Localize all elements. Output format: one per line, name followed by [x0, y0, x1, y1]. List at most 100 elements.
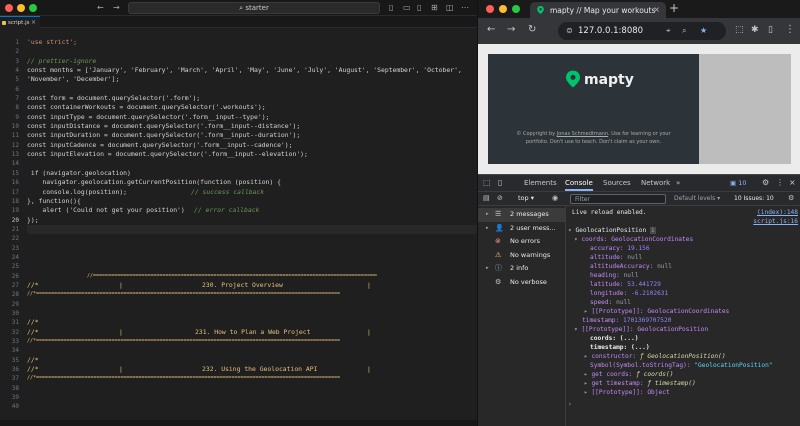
sidebar-item-info[interactable]: ▸ ⓘ 2 info: [478, 262, 566, 276]
line-number[interactable]: 15: [0, 169, 22, 178]
map-area[interactable]: [699, 54, 791, 164]
close-tab-icon[interactable]: ×: [653, 5, 660, 14]
line-number[interactable]: 17: [0, 188, 22, 197]
line-number[interactable]: 24: [0, 253, 22, 262]
browser-tab-mapty[interactable]: mapty // Map your workouts ×: [530, 2, 666, 18]
more-tabs-icon[interactable]: »: [676, 179, 680, 187]
tab-sources[interactable]: Sources: [603, 179, 631, 187]
issues-badge[interactable]: ▣ 10: [730, 179, 747, 187]
line-number[interactable]: 32: [0, 328, 22, 337]
toggle-primary-sidebar-icon[interactable]: ▯: [389, 3, 393, 13]
line-number[interactable]: 26: [0, 272, 22, 281]
tree-node[interactable]: ▸ [[Prototype]]: Object: [566, 388, 800, 397]
line-number[interactable]: 5: [0, 75, 22, 84]
issues-counter[interactable]: 10 Issues: 10: [734, 195, 774, 202]
live-expression-eye-icon[interactable]: ◉: [552, 194, 558, 202]
expand-caret-icon[interactable]: ▸: [486, 262, 489, 276]
location-icon[interactable]: ⌖: [666, 26, 671, 36]
expand-caret-icon[interactable]: ▸: [486, 208, 489, 222]
forward-icon[interactable]: →: [507, 24, 515, 36]
forward-arrow-icon[interactable]: →: [113, 3, 120, 13]
sidebar-item-user[interactable]: ▸ 👤 2 user mess...: [478, 222, 566, 236]
line-number[interactable]: 9: [0, 113, 22, 122]
tree-node[interactable]: ▾ coords: GeolocationCoordinates: [566, 235, 800, 244]
line-number[interactable]: 22: [0, 234, 22, 243]
line-number[interactable]: 37: [0, 374, 22, 383]
line-number[interactable]: 33: [0, 337, 22, 346]
toggle-panel-icon[interactable]: ▭: [403, 3, 411, 13]
tab-script-js[interactable]: script.js ×: [0, 16, 40, 28]
line-number[interactable]: 21: [0, 225, 22, 234]
line-number[interactable]: 11: [0, 131, 22, 140]
back-icon[interactable]: ←: [487, 24, 495, 36]
sidebar-item-verbose[interactable]: ⚙ No verbose: [478, 276, 566, 290]
line-number[interactable]: 18: [0, 197, 22, 206]
clear-console-icon[interactable]: ⊘: [497, 194, 503, 202]
tree-node[interactable]: ▸ get coords: ƒ coords(): [566, 370, 800, 379]
line-number[interactable]: 7: [0, 94, 22, 103]
site-info-icon[interactable]: ⊜: [566, 26, 573, 35]
line-number[interactable]: 13: [0, 150, 22, 159]
minimize-window-button[interactable]: [17, 4, 25, 12]
line-number[interactable]: 35: [0, 356, 22, 365]
line-number[interactable]: 28: [0, 290, 22, 299]
tree-node[interactable]: ▸ get timestamp: ƒ timestamp(): [566, 379, 800, 388]
side-panel-icon[interactable]: ▯: [768, 24, 773, 36]
line-number[interactable]: 2: [0, 47, 22, 56]
console-filter-input[interactable]: Filter: [570, 194, 666, 204]
line-number[interactable]: 23: [0, 244, 22, 253]
tab-console[interactable]: Console: [565, 179, 593, 191]
browser-zoom-button[interactable]: [512, 5, 520, 13]
source-link[interactable]: (index):148: [757, 208, 798, 217]
context-select[interactable]: top ▾: [518, 194, 534, 202]
line-number[interactable]: 10: [0, 122, 22, 131]
zoom-window-button[interactable]: [29, 4, 37, 12]
line-number[interactable]: 6: [0, 85, 22, 94]
device-toolbar-icon[interactable]: ▯: [498, 178, 502, 187]
tree-node[interactable]: ▾ GeolocationPosition i: [566, 226, 800, 235]
browser-close-button[interactable]: [486, 5, 494, 13]
tree-node[interactable]: ▸ [[Prototype]]: GeolocationCoordinates: [566, 307, 800, 316]
back-arrow-icon[interactable]: ←: [97, 3, 104, 13]
close-devtools-icon[interactable]: ×: [789, 178, 796, 187]
code-area[interactable]: 'use strict'; // prettier-ignore const m…: [27, 38, 477, 412]
close-window-button[interactable]: [5, 4, 13, 12]
reload-icon[interactable]: ↻: [528, 24, 536, 36]
inspect-element-icon[interactable]: ⬚: [483, 178, 491, 187]
line-number[interactable]: 16: [0, 178, 22, 187]
line-number[interactable]: 14: [0, 159, 22, 168]
author-link[interactable]: Jonas Schmedtmann: [557, 131, 608, 137]
line-number[interactable]: 8: [0, 103, 22, 112]
settings-gear-icon[interactable]: ⚙: [762, 178, 769, 187]
line-number[interactable]: 20: [0, 216, 22, 225]
devtools-menu-icon[interactable]: ⋮: [776, 178, 784, 187]
tree-node[interactable]: ▸ constructor: ƒ GeolocationPosition(): [566, 352, 800, 361]
extension-icon[interactable]: ⬚: [735, 24, 744, 36]
bookmark-star-icon[interactable]: ★: [700, 26, 707, 35]
command-center-search[interactable]: ⌕ starter: [128, 2, 380, 14]
console-prompt[interactable]: ›: [566, 400, 800, 409]
console-output[interactable]: Live reload enabled. (index):148 script.j…: [566, 206, 800, 426]
zoom-search-icon[interactable]: ⌕: [682, 26, 686, 36]
sidebar-item-warning[interactable]: ⚠ No warnings: [478, 249, 566, 263]
sidebar-item-list[interactable]: ▸ ☰ 2 messages: [478, 208, 566, 222]
line-number[interactable]: 19: [0, 206, 22, 215]
expand-caret-icon[interactable]: ▸: [486, 222, 489, 236]
toggle-secondary-sidebar-icon[interactable]: ▯: [417, 3, 421, 13]
more-actions-icon[interactable]: ⋯: [461, 3, 469, 13]
menu-kebab-icon[interactable]: ⋮: [785, 24, 795, 36]
tab-elements[interactable]: Elements: [524, 179, 557, 187]
line-number[interactable]: 29: [0, 300, 22, 309]
line-number[interactable]: 36: [0, 365, 22, 374]
line-number[interactable]: 30: [0, 309, 22, 318]
line-number[interactable]: 25: [0, 262, 22, 271]
layout-icon[interactable]: ⊞: [431, 3, 438, 13]
close-tab-icon[interactable]: ×: [31, 19, 36, 26]
address-bar[interactable]: ⊜ 127.0.0.1:8080 ⌖ ⌕ ★: [558, 22, 726, 40]
line-number[interactable]: 3: [0, 57, 22, 66]
line-number[interactable]: 40: [0, 402, 22, 411]
split-editor-icon[interactable]: ◫: [446, 3, 454, 13]
line-number[interactable]: 27: [0, 281, 22, 290]
new-tab-button[interactable]: +: [665, 0, 683, 18]
log-levels-dropdown[interactable]: Default levels ▾: [674, 195, 720, 202]
